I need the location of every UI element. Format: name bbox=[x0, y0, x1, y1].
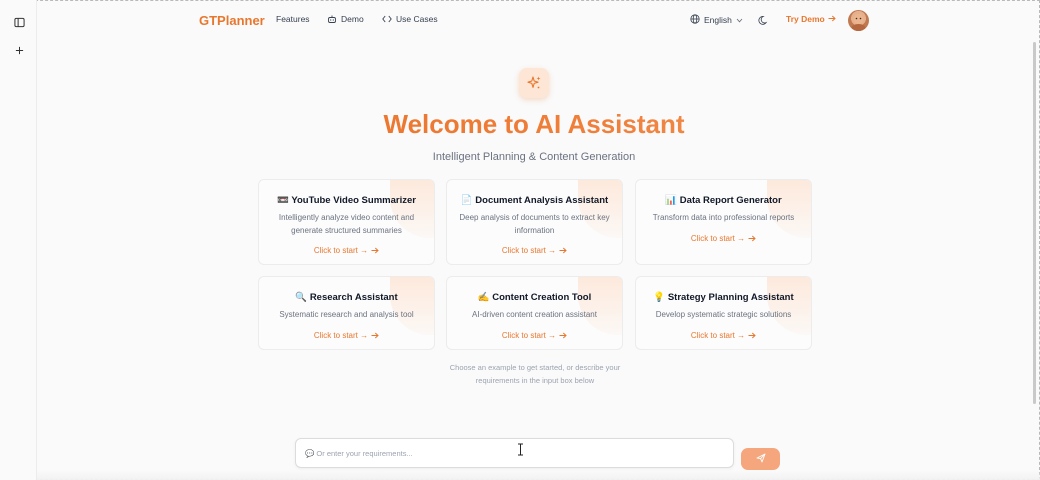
send-icon bbox=[756, 450, 766, 468]
text-cursor-icon bbox=[517, 443, 524, 461]
arrow-right-icon bbox=[559, 247, 567, 254]
nav-use-cases-label: Use Cases bbox=[396, 14, 438, 24]
brand-logo[interactable]: GTPlanner bbox=[199, 13, 265, 28]
nav-features[interactable]: Features bbox=[276, 14, 310, 24]
card-cta[interactable]: Click to start → bbox=[314, 331, 379, 340]
arrow-right-icon bbox=[748, 332, 756, 338]
example-card-document[interactable]: 📄 Document Analysis Assistant Deep analy… bbox=[446, 179, 623, 265]
card-title: 💡 Strategy Planning Assistant bbox=[653, 292, 794, 303]
panel-left-icon[interactable] bbox=[10, 13, 28, 31]
moon-icon[interactable] bbox=[758, 13, 769, 31]
requirements-input[interactable] bbox=[296, 439, 733, 467]
card-description: Transform data into professional reports bbox=[652, 213, 795, 222]
try-demo-button[interactable]: Try Demo bbox=[786, 14, 836, 24]
arrow-right-icon bbox=[371, 247, 379, 254]
card-cta[interactable]: Click to start → bbox=[502, 246, 567, 255]
card-cta[interactable]: Click to start → bbox=[691, 234, 756, 243]
example-card-data-report[interactable]: 📊 Data Report Generator Transform data i… bbox=[635, 179, 812, 265]
send-button[interactable] bbox=[741, 448, 780, 470]
nav-demo[interactable]: Demo bbox=[327, 14, 364, 24]
example-card-strategy[interactable]: 💡 Strategy Planning Assistant Develop sy… bbox=[635, 276, 812, 350]
card-description: Intelligently analyze video content and … bbox=[278, 213, 415, 235]
left-rail bbox=[0, 0, 37, 480]
card-cta[interactable]: Click to start → bbox=[314, 246, 379, 255]
language-label: English bbox=[704, 15, 732, 25]
example-card-research[interactable]: 🔍 Research Assistant Systematic research… bbox=[258, 276, 435, 350]
code-icon bbox=[382, 15, 392, 23]
bottom-fade bbox=[37, 470, 1040, 480]
card-title: 📼 YouTube Video Summarizer bbox=[277, 195, 416, 206]
card-cta[interactable]: Click to start → bbox=[502, 331, 567, 340]
nav-features-label: Features bbox=[276, 14, 310, 24]
chevron-down-icon bbox=[736, 15, 743, 25]
card-description: Deep analysis of documents to extract ke… bbox=[459, 213, 610, 235]
scrollbar[interactable] bbox=[1033, 42, 1036, 404]
page-title: Welcome to AI Assistant bbox=[0, 109, 1040, 140]
avatar[interactable] bbox=[848, 10, 869, 31]
globe-icon bbox=[690, 14, 700, 26]
arrow-right-icon bbox=[559, 332, 567, 338]
language-selector[interactable]: English bbox=[690, 14, 743, 26]
card-description: Systematic research and analysis tool bbox=[279, 310, 414, 319]
top-nav: GTPlanner Features Demo Use Cases Englis… bbox=[37, 0, 1040, 40]
card-cta[interactable]: Click to start → bbox=[691, 331, 756, 340]
helper-text: Choose an example to get started, or des… bbox=[449, 363, 621, 385]
arrow-right-icon bbox=[748, 235, 756, 241]
card-title: 📄 Document Analysis Assistant bbox=[460, 195, 609, 206]
card-description: Develop systematic strategic solutions bbox=[655, 310, 792, 319]
nav-use-cases[interactable]: Use Cases bbox=[382, 14, 438, 24]
card-title: 📊 Data Report Generator bbox=[665, 195, 782, 206]
page-subtitle: Intelligent Planning & Content Generatio… bbox=[432, 151, 636, 163]
plus-icon[interactable] bbox=[10, 41, 28, 59]
card-title: ✍️ Content Creation Tool bbox=[477, 292, 592, 303]
nav-demo-label: Demo bbox=[341, 14, 364, 24]
try-demo-label: Try Demo bbox=[786, 14, 825, 24]
arrow-right-icon bbox=[371, 332, 379, 338]
arrow-right-icon bbox=[828, 14, 836, 24]
example-card-content-creation[interactable]: ✍️ Content Creation Tool AI-driven conte… bbox=[446, 276, 623, 350]
card-description: AI-driven content creation assistant bbox=[472, 310, 597, 319]
sparkles-icon bbox=[519, 68, 549, 98]
robot-icon bbox=[327, 15, 337, 24]
card-title: 🔍 Research Assistant bbox=[295, 292, 398, 303]
requirements-input-box[interactable] bbox=[295, 438, 734, 468]
example-card-youtube[interactable]: 📼 YouTube Video Summarizer Intelligently… bbox=[258, 179, 435, 265]
